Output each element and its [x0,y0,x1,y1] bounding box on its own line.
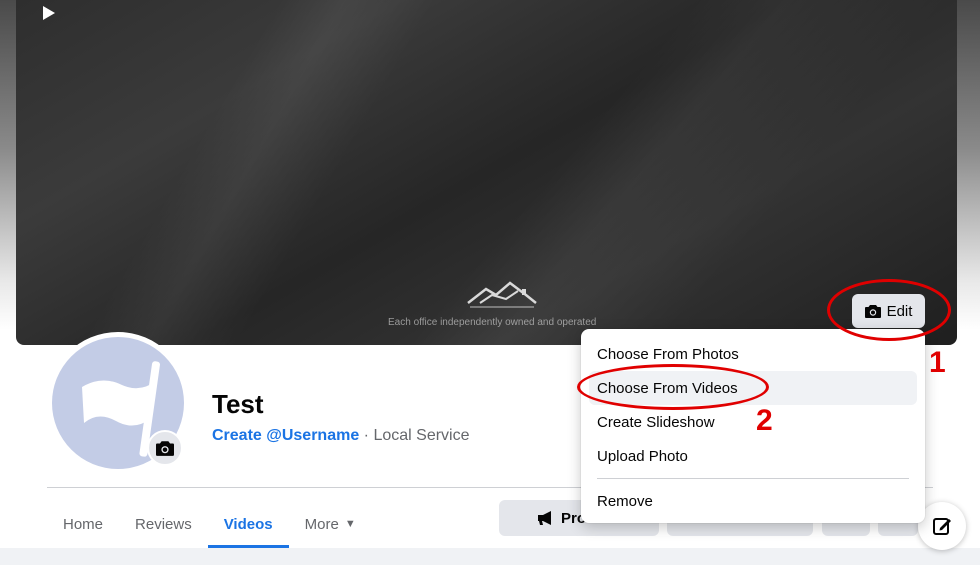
page-title: Test [212,389,264,419]
tab-reviews[interactable]: Reviews [119,500,208,548]
tab-label: More [304,515,339,533]
menu-item-upload-photo[interactable]: Upload Photo [589,439,917,473]
cover-caption: Each office independently owned and oper… [388,317,597,328]
caret-down-icon: ▼ [344,518,356,530]
megaphone-icon [538,511,551,525]
tab-home[interactable]: Home [47,500,119,548]
menu-item-remove[interactable]: Remove [589,484,917,518]
tab-more[interactable]: More ▼ [289,500,372,548]
menu-item-create-slideshow[interactable]: Create Slideshow [589,405,917,439]
compose-button[interactable] [918,502,966,550]
tab-label: Reviews [135,515,192,533]
tab-label: Videos [223,515,273,533]
page-category: Local Service [373,427,470,444]
subline-separator: · [359,427,374,444]
annotation-oval-videos [577,364,769,410]
house-logo-icon [467,281,537,308]
cover-edit-menu: Choose From Photos Choose From Videos Cr… [581,329,925,523]
annotation-step-1: 1 [929,346,946,379]
annotation-step-2: 2 [756,404,773,437]
page-tabs: Home Reviews Videos More ▼ [47,500,372,548]
update-profile-picture-button[interactable] [147,430,183,466]
profile-picture[interactable] [47,332,189,474]
edit-compose-icon [933,518,951,535]
menu-divider [597,478,909,479]
create-username-link[interactable]: Create @Username [212,427,359,444]
play-icon[interactable] [42,6,56,20]
annotation-oval-edit [827,279,951,341]
content-area [0,548,980,565]
tab-label: Home [63,515,104,533]
camera-icon [156,441,174,456]
tab-videos[interactable]: Videos [207,500,289,548]
cover-photo: Each office independently owned and oper… [16,0,957,345]
page-subline: Create @Username · Local Service [212,427,470,445]
